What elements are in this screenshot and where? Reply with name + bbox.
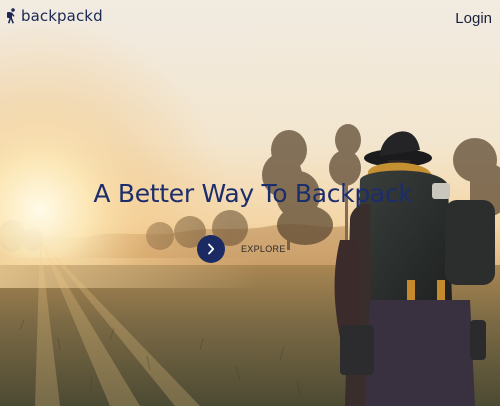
login-link[interactable]: Login [455,10,492,27]
hiker-icon [7,8,15,24]
explore-cta[interactable]: EXPLORE [197,235,286,263]
explore-label[interactable]: EXPLORE [241,244,286,254]
top-nav: backpackd Login [0,0,500,36]
brand-name: backpackd [21,7,103,25]
chevron-right-icon [208,243,215,255]
brand-logo[interactable]: backpackd [6,7,103,25]
hero-title: A Better Way To Backpack [93,179,413,208]
landing-page: backpackd Login A Better Way To Backpack… [0,0,500,406]
explore-button[interactable] [197,235,225,263]
